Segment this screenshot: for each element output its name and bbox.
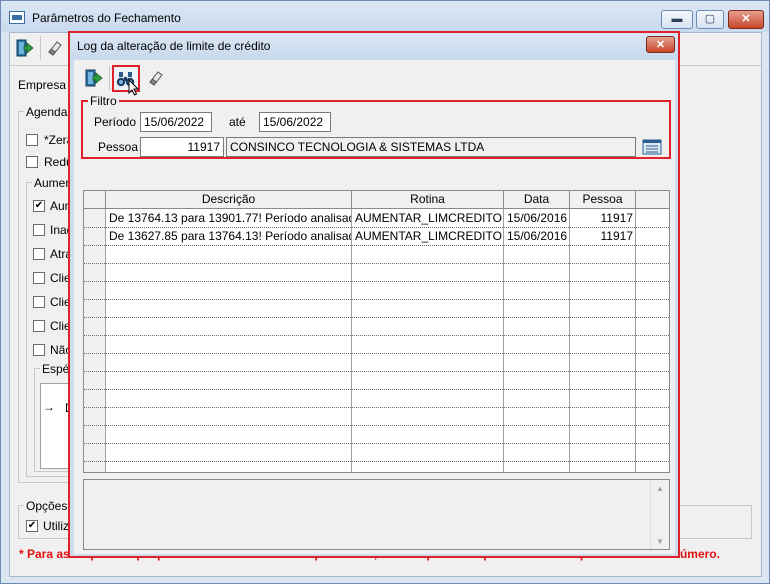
grid-indicator-column — [84, 209, 105, 472]
dialog-clear-button[interactable] — [144, 66, 168, 90]
cursor-icon — [128, 79, 140, 96]
aum-checkbox-0[interactable]: ✔ — [33, 200, 45, 212]
dialog-close-button[interactable]: ✕ — [646, 36, 675, 53]
maximize-button[interactable]: ▢ — [696, 10, 724, 29]
outer-close-button[interactable]: ✕ — [728, 10, 764, 29]
exit-icon — [16, 39, 34, 57]
utiliza-checkbox[interactable]: ✔ — [26, 520, 38, 532]
aum-checkbox-6[interactable] — [33, 344, 45, 356]
cell-pessoa: 11917 — [600, 211, 633, 225]
grid-row-line — [84, 425, 669, 426]
app-window-icon — [9, 11, 25, 24]
outer-window-title: Parâmetros do Fechamento — [32, 11, 181, 25]
aum-checkbox-2[interactable] — [33, 248, 45, 260]
redu-checkbox[interactable] — [26, 156, 38, 168]
column-header-pessoa[interactable]: Pessoa — [570, 191, 636, 209]
column-header-rotina[interactable]: Rotina — [352, 191, 504, 209]
grid-col-line — [351, 209, 352, 472]
aum-checkbox-1[interactable] — [33, 224, 45, 236]
cell-descricao: De 13764.13 para 13901.77! Período anali… — [109, 211, 351, 225]
filter-group-label: Filtro — [88, 94, 119, 108]
periodo-label: Período — [94, 115, 137, 129]
minimize-button[interactable]: ▬ — [661, 10, 693, 29]
dialog-toolbar-separator — [109, 66, 110, 90]
cell-data: 15/06/2016 — [507, 229, 568, 243]
aum-checkbox-4[interactable] — [33, 296, 45, 308]
grid-row-line — [84, 335, 669, 336]
cell-pessoa: 11917 — [600, 229, 633, 243]
log-dialog: Log da alteração de limite de crédito ✕ — [68, 31, 680, 558]
toolbar-separator — [40, 36, 41, 60]
pessoa-name-field: CONSINCO TECNOLOGIA & SISTEMAS LTDA — [226, 137, 636, 157]
cell-rotina: AUMENTAR_LIMCREDITO — [355, 229, 502, 243]
search-button[interactable] — [112, 65, 140, 96]
grid-col-line — [635, 209, 636, 472]
cell-descricao: De 13627.85 para 13764.13! Período anali… — [109, 229, 351, 243]
dialog-title-bar[interactable]: Log da alteração de limite de crédito ✕ — [70, 33, 678, 59]
list-picker-icon — [642, 139, 662, 155]
grid-header: Descrição Rotina Data Pessoa — [84, 191, 669, 209]
dialog-client-area: Filtro Período 15/06/2022 até 15/06/2022… — [74, 60, 675, 554]
outer-title-bar[interactable]: Parâmetros do Fechamento ▬ ▢ ✕ — [1, 1, 769, 32]
dialog-exit-button[interactable] — [82, 66, 106, 90]
cell-data: 15/06/2016 — [507, 211, 568, 225]
pessoa-label: Pessoa — [98, 140, 139, 154]
table-row[interactable]: De 13627.85 para 13764.13! Período anali… — [106, 227, 636, 245]
aum-checkbox-5[interactable] — [33, 320, 45, 332]
grid-row-line — [84, 353, 669, 354]
row-arrow-icon: → — [43, 400, 55, 414]
grid-row-line — [84, 299, 669, 300]
grid-row-line — [84, 281, 669, 282]
exit-icon — [85, 69, 103, 87]
grid-row-line — [84, 371, 669, 372]
memo-scrollbar[interactable]: ▲ ▼ — [650, 480, 669, 549]
grid-row-line — [84, 263, 669, 264]
clear-button[interactable] — [43, 36, 67, 60]
ate-label: até — [229, 115, 246, 129]
cell-rotina: AUMENTAR_LIMCREDITO — [355, 211, 502, 225]
column-header-descricao[interactable]: Descrição — [106, 191, 352, 209]
scroll-down-icon[interactable]: ▼ — [656, 537, 664, 546]
periodo-from-input[interactable]: 15/06/2022 — [140, 112, 212, 132]
grid-col-line — [105, 209, 106, 472]
exit-button[interactable] — [13, 36, 37, 60]
grid-row-line — [84, 389, 669, 390]
log-grid[interactable]: Descrição Rotina Data Pessoa De 13764.13… — [83, 190, 670, 473]
eraser-icon — [48, 41, 62, 56]
grid-row-line — [84, 443, 669, 444]
pessoa-code-input[interactable]: 11917 — [140, 137, 224, 157]
scroll-up-icon[interactable]: ▲ — [656, 484, 664, 493]
table-row[interactable]: De 13764.13 para 13901.77! Período anali… — [106, 209, 636, 227]
grid-row-line — [84, 461, 669, 462]
grid-row-line — [84, 317, 669, 318]
grid-row-line — [84, 407, 669, 408]
periodo-to-input[interactable]: 15/06/2022 — [259, 112, 331, 132]
grid-corner-cell — [84, 191, 106, 209]
zera-checkbox[interactable] — [26, 134, 38, 146]
grid-col-line — [503, 209, 504, 472]
grid-col-line — [569, 209, 570, 472]
pessoa-lookup-button[interactable] — [642, 138, 662, 156]
dialog-title: Log da alteração de limite de crédito — [77, 39, 271, 53]
column-header-data[interactable]: Data — [504, 191, 570, 209]
description-memo[interactable]: ▲ ▼ — [83, 479, 670, 550]
aum-checkbox-3[interactable] — [33, 272, 45, 284]
eraser-icon — [149, 71, 163, 86]
grid-row-line — [84, 245, 669, 246]
